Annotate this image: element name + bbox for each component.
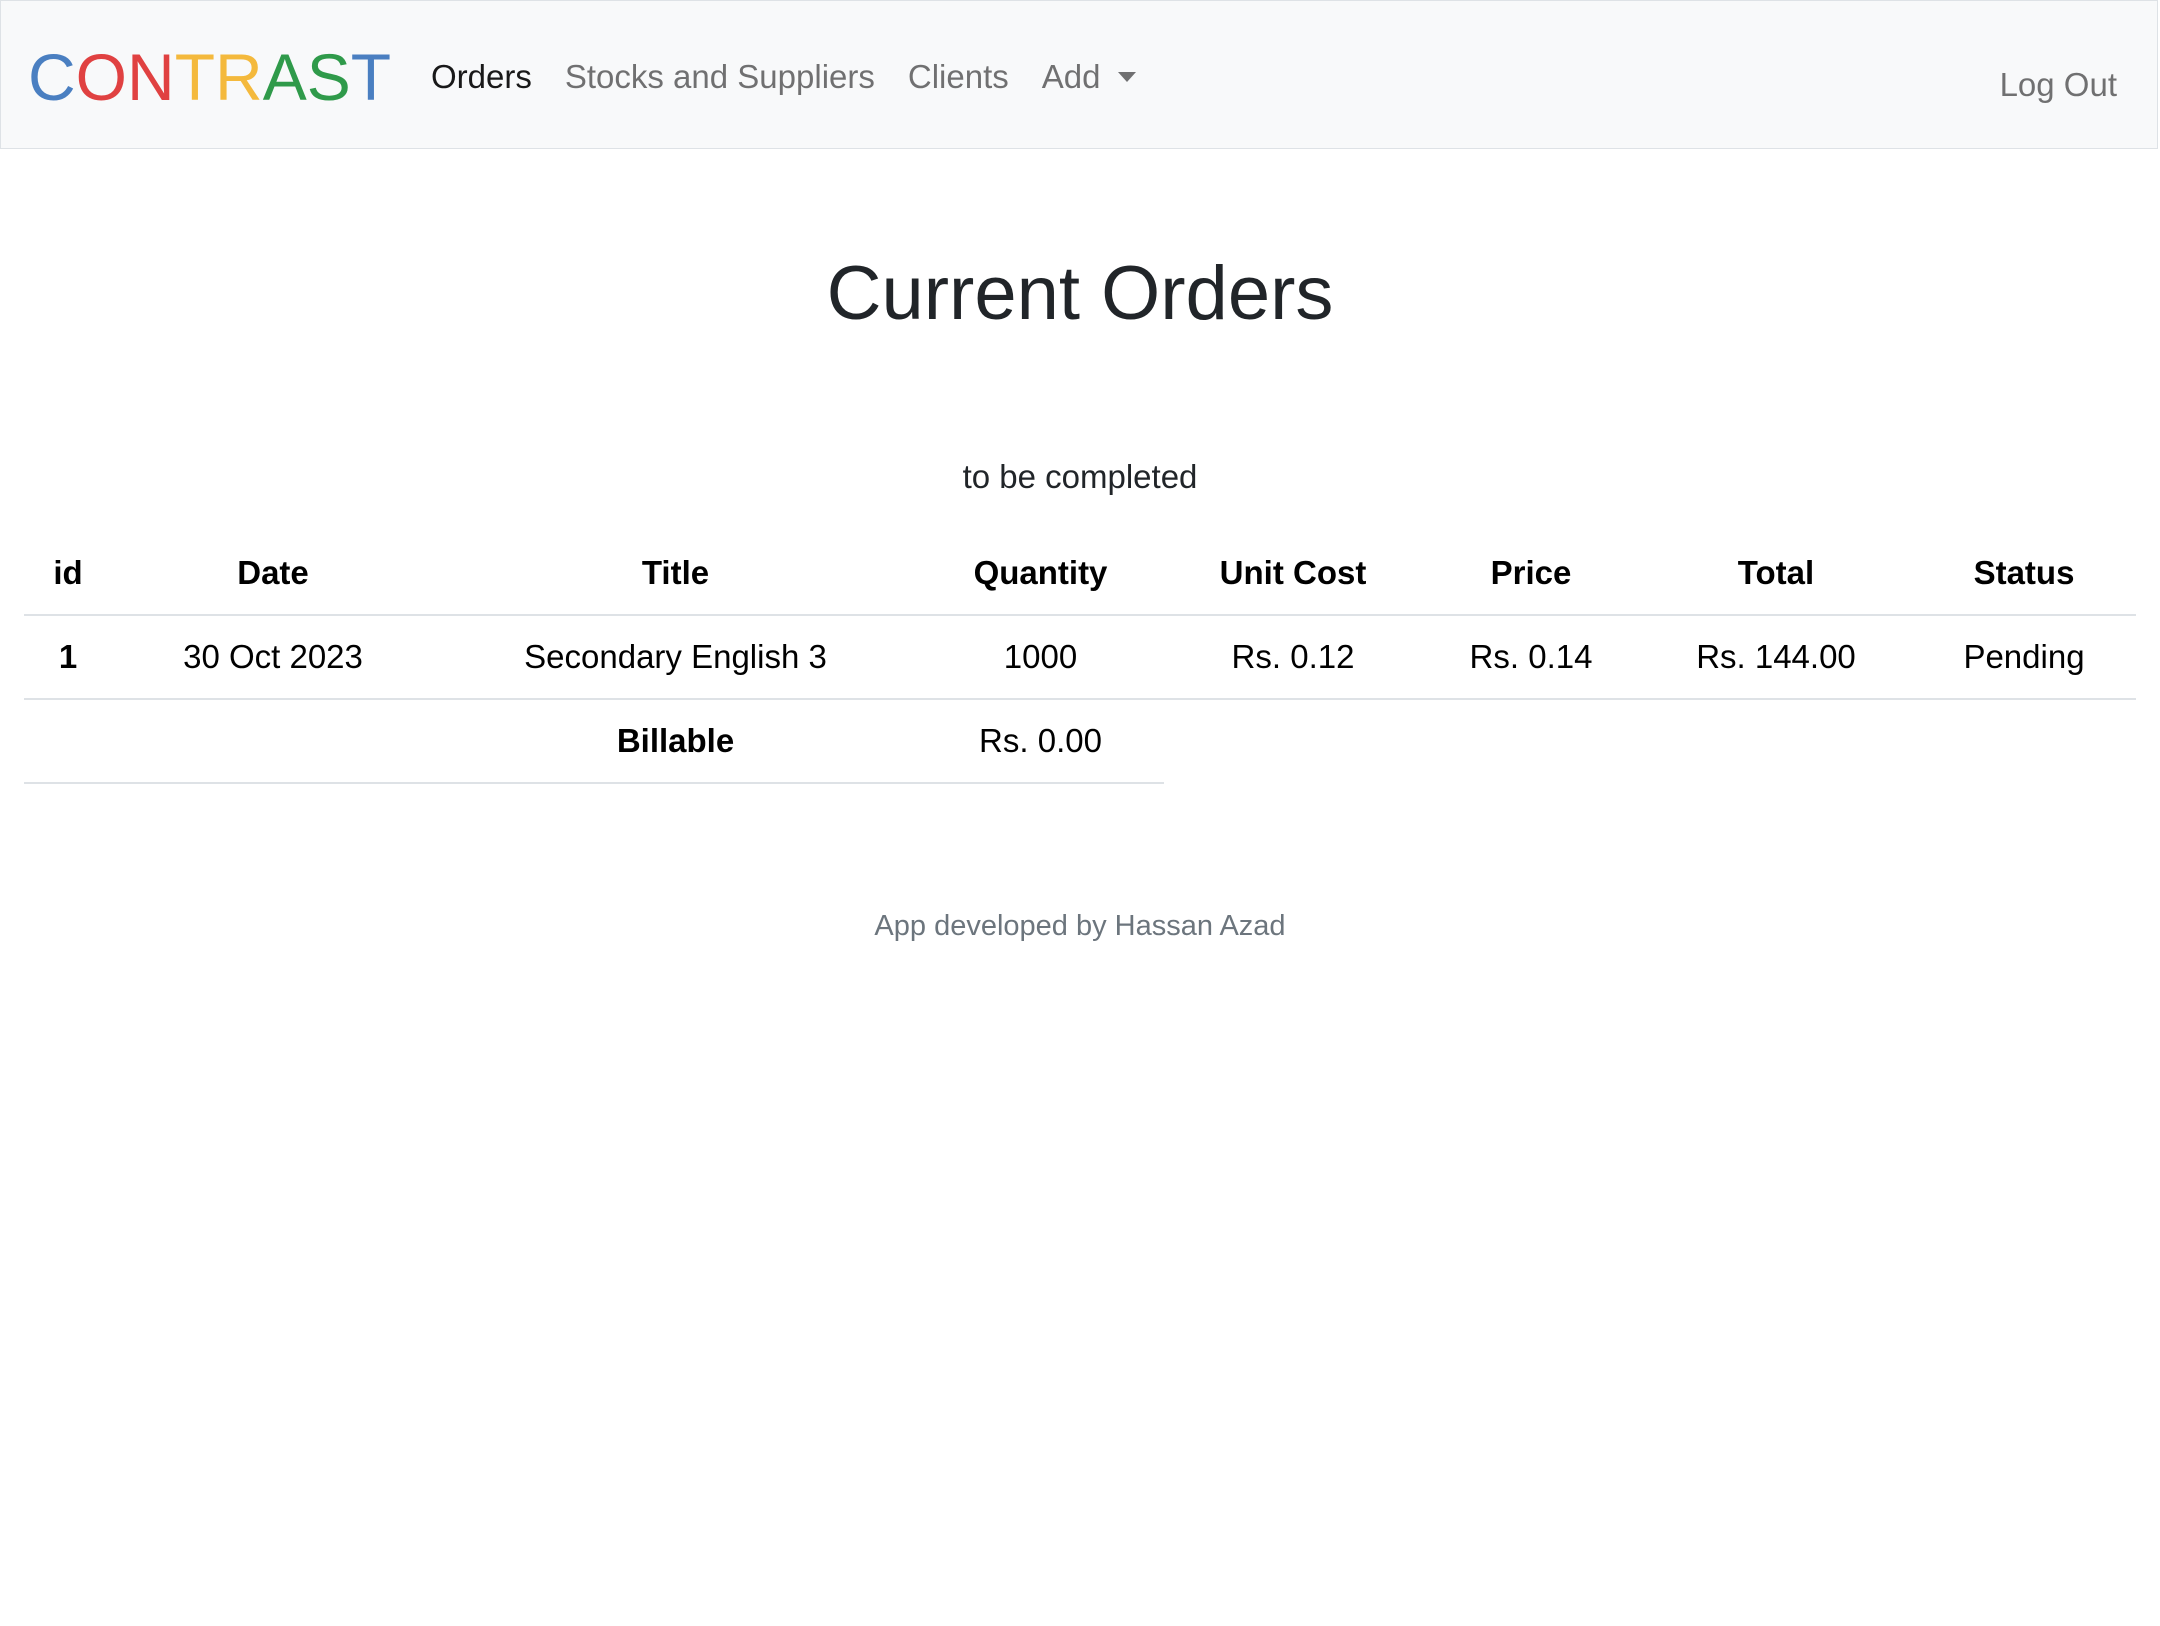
- nav-add-label: Add: [1041, 58, 1101, 95]
- billable-spacer: [24, 699, 112, 784]
- brand-letter: C: [28, 40, 76, 114]
- column-header-unit-cost: Unit Cost: [1164, 532, 1422, 616]
- navbar: CONTRAST Orders Stocks and Suppliers Cli…: [0, 0, 2158, 149]
- column-header-title: Title: [434, 532, 917, 616]
- brand-letter: R: [215, 40, 263, 114]
- brand-letter: N: [127, 40, 175, 114]
- billable-empty: [1422, 699, 1640, 783]
- cell-quantity: 1000: [917, 615, 1164, 700]
- nav-stocks-and-suppliers[interactable]: Stocks and Suppliers: [565, 51, 875, 103]
- nav-clients[interactable]: Clients: [908, 51, 1009, 103]
- brand-letter: O: [75, 40, 128, 114]
- cell-title: Secondary English 3: [434, 615, 917, 700]
- brand-logo[interactable]: CONTRAST: [28, 37, 391, 117]
- page-subtitle: to be completed: [962, 458, 1198, 495]
- page-title: Current Orders: [826, 251, 1334, 336]
- column-header-quantity: Quantity: [917, 532, 1164, 616]
- cell-total: Rs. 144.00: [1640, 615, 1912, 700]
- column-header-price: Price: [1422, 532, 1640, 616]
- billable-label: Billable: [434, 699, 917, 784]
- nav-links: Orders Stocks and Suppliers Clients Add: [431, 51, 1169, 103]
- billable-row: Billable Rs. 0.00: [24, 699, 2136, 784]
- column-header-id: id: [24, 532, 112, 616]
- caret-down-icon: [1118, 72, 1137, 82]
- cell-id: 1: [24, 615, 112, 700]
- billable-empty: [1164, 699, 1422, 783]
- brand-letter: S: [306, 40, 351, 114]
- column-header-total: Total: [1640, 532, 1912, 616]
- table-header-row: id Date Title Quantity Unit Cost Price T…: [24, 532, 2136, 616]
- cell-status: Pending: [1912, 615, 2136, 700]
- billable-spacer: [112, 699, 434, 784]
- cell-price: Rs. 0.14: [1422, 615, 1640, 700]
- table-row[interactable]: 1 30 Oct 2023 Secondary English 3 1000 R…: [24, 615, 2136, 700]
- orders-table: id Date Title Quantity Unit Cost Price T…: [24, 532, 2136, 784]
- cell-unit-cost: Rs. 0.12: [1164, 615, 1422, 700]
- brand-letter: T: [174, 40, 216, 114]
- column-header-date: Date: [112, 532, 434, 616]
- nav-add-dropdown[interactable]: Add: [1042, 51, 1137, 103]
- billable-empty: [1640, 699, 1912, 783]
- brand-letter: T: [350, 40, 392, 114]
- billable-empty: [1912, 699, 2136, 783]
- billable-value: Rs. 0.00: [917, 699, 1164, 784]
- logout-link[interactable]: Log Out: [2000, 59, 2117, 111]
- nav-orders[interactable]: Orders: [431, 51, 532, 103]
- brand-letter: A: [262, 40, 307, 114]
- column-header-status: Status: [1912, 532, 2136, 616]
- footer-credit: App developed by Hassan Azad: [874, 910, 1286, 942]
- cell-date: 30 Oct 2023: [112, 615, 434, 700]
